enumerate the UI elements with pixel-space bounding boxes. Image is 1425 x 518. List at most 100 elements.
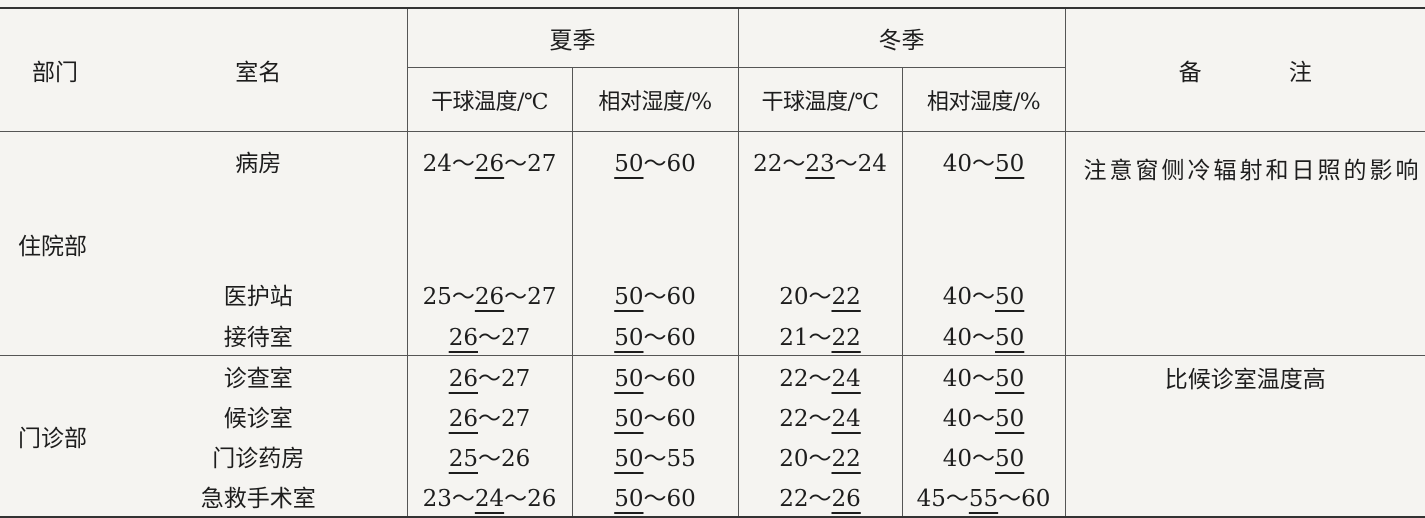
value-part: 40～ bbox=[942, 446, 995, 472]
value-part: ～27 bbox=[504, 284, 557, 310]
value-part: ～26 bbox=[478, 446, 531, 472]
value-cell-s-t: 25～26～27 bbox=[406, 196, 572, 315]
header-winter-rh: 相对湿度/% bbox=[901, 67, 1065, 132]
underlined-value: 26 bbox=[474, 151, 505, 177]
underlined-value: 50 bbox=[614, 325, 644, 351]
value-part: 40～ bbox=[942, 151, 995, 177]
value-cell-w-h: 40～50 bbox=[901, 131, 1065, 196]
underlined-value: 50 bbox=[614, 284, 644, 310]
value-cell-w-t: 22～23～24 bbox=[737, 131, 902, 196]
underlined-value: 26 bbox=[474, 284, 505, 310]
value-part: 25～ bbox=[422, 284, 475, 310]
value-cell-w-h: 40～50 bbox=[901, 396, 1065, 436]
underlined-value: 50 bbox=[614, 151, 644, 177]
value-cell-s-t: 23～24～26 bbox=[406, 476, 572, 518]
underlined-value: 50 bbox=[614, 446, 644, 472]
table-row: 住院部 病房 24～26～27 50～60 22～23～24 40～50 注意窗侧冷辐射和日… bbox=[0, 131, 1425, 356]
value-cell-w-h: 40～50 bbox=[901, 196, 1065, 315]
dept-cell: 住院部 bbox=[0, 131, 110, 356]
value-part: 22～ bbox=[779, 486, 832, 512]
value-part: 22～ bbox=[753, 151, 806, 177]
underlined-value: 26 bbox=[448, 366, 478, 392]
underlined-value: 22 bbox=[831, 446, 861, 472]
room-name: 医护站 bbox=[223, 284, 293, 310]
value-part: ～60 bbox=[643, 325, 696, 351]
value-part: 40～ bbox=[942, 366, 995, 392]
header-room: 室名 bbox=[110, 8, 407, 132]
value-cell-s-t: 25～26 bbox=[406, 436, 572, 476]
value-part: 45～ bbox=[916, 486, 969, 512]
value-part: 23～ bbox=[422, 486, 475, 512]
value-part: 21～ bbox=[779, 325, 832, 351]
value-cell-s-h: 50～60 bbox=[571, 396, 738, 436]
value-part: ～26 bbox=[504, 486, 557, 512]
header-summer-dry-bulb: 干球温度/℃ bbox=[406, 67, 572, 132]
value-part: 22～ bbox=[779, 406, 832, 432]
value-cell-s-h: 50～60 bbox=[571, 476, 738, 518]
value-part: ～55 bbox=[643, 446, 696, 472]
underlined-value: 22 bbox=[831, 325, 861, 351]
value-part: ～60 bbox=[643, 151, 696, 177]
room-name: 门诊药房 bbox=[212, 446, 305, 472]
value-part: ～60 bbox=[643, 284, 696, 310]
header-winter: 冬季 bbox=[737, 8, 1065, 68]
value-cell-w-t: 22～24 bbox=[737, 355, 902, 396]
value-cell-s-t: 26～27 bbox=[406, 315, 572, 356]
value-part: 20～ bbox=[779, 446, 832, 472]
value-part: ～27 bbox=[478, 406, 531, 432]
table-body: 住院部 病房 24～26～27 50～60 22～23～24 40～50 注意窗侧冷辐射和日… bbox=[0, 131, 1425, 518]
room-name: 接待室 bbox=[110, 315, 407, 356]
underlined-value: 26 bbox=[448, 325, 478, 351]
value-cell-s-h: 50～60 bbox=[571, 131, 738, 196]
value-part: ～60 bbox=[643, 406, 696, 432]
room-name: 病房 bbox=[235, 151, 282, 177]
underlined-value: 24 bbox=[831, 406, 861, 432]
value-cell-s-t: 26～27 bbox=[406, 355, 572, 396]
value-cell-s-t: 24～26～27 bbox=[406, 131, 572, 196]
page: 部门 室名 夏季 冬季 备 注 干球温度/℃ 相对湿度/% 干球温度/℃ 相对湿… bbox=[0, 0, 1425, 518]
room-name: 诊查室 bbox=[223, 366, 293, 392]
underlined-value: 24 bbox=[474, 486, 505, 512]
dept-cell: 门诊部 bbox=[0, 355, 110, 518]
value-part: ～24 bbox=[834, 151, 887, 177]
value-cell-s-h: 50～60 bbox=[571, 355, 738, 396]
value-cell-w-t: 22～24 bbox=[737, 396, 902, 436]
room-name: 候诊室 bbox=[223, 406, 293, 432]
value-part: ～27 bbox=[478, 366, 531, 392]
value-cell-w-t: 20～22 bbox=[737, 436, 902, 476]
underlined-value: 55 bbox=[968, 486, 999, 512]
value-part: 24～ bbox=[422, 151, 475, 177]
underlined-value: 50 bbox=[614, 366, 644, 392]
underlined-value: 50 bbox=[995, 446, 1025, 472]
underlined-value: 50 bbox=[995, 151, 1025, 177]
value-part: 22～ bbox=[779, 366, 832, 392]
value-cell-s-h: 50～60 bbox=[571, 196, 738, 315]
header-summer-rh: 相对湿度/% bbox=[571, 67, 738, 132]
underlined-value: 50 bbox=[995, 406, 1025, 432]
value-cell-s-t: 26～27 bbox=[406, 396, 572, 436]
value-part: 40～ bbox=[942, 406, 995, 432]
value-part: 20～ bbox=[779, 284, 832, 310]
value-part: ～27 bbox=[504, 151, 557, 177]
header-summer: 夏季 bbox=[406, 8, 738, 68]
underlined-value: 50 bbox=[995, 325, 1025, 351]
room-name: 急救手术室 bbox=[110, 476, 407, 518]
hospital-design-conditions-table: 部门 室名 夏季 冬季 备 注 干球温度/℃ 相对湿度/% 干球温度/℃ 相对湿… bbox=[0, 7, 1425, 518]
underlined-value: 25 bbox=[448, 446, 478, 472]
value-cell-s-h: 50～55 bbox=[571, 436, 738, 476]
value-cell-s-h: 50～60 bbox=[571, 315, 738, 356]
underlined-value: 50 bbox=[614, 406, 644, 432]
value-cell-w-h: 45～55～60 bbox=[901, 476, 1065, 518]
remark-cell: 注意窗侧冷辐射和日照的影响 bbox=[1064, 131, 1425, 356]
header-dept: 部门 bbox=[0, 8, 110, 132]
underlined-value: 22 bbox=[831, 284, 861, 310]
remark-cell: 比候诊室温度高 bbox=[1064, 355, 1425, 518]
underlined-value: 50 bbox=[995, 284, 1025, 310]
value-cell-w-t: 22～26 bbox=[737, 476, 902, 518]
value-cell-w-h: 40～50 bbox=[901, 355, 1065, 396]
table-row: 门诊部 诊查室 26～27 50～60 22～24 40～50 比候诊室温度高 bbox=[0, 355, 1425, 518]
underlined-value: 26 bbox=[831, 486, 861, 512]
header-remark: 备 注 bbox=[1064, 8, 1425, 132]
value-part: ～60 bbox=[998, 486, 1051, 512]
value-part: ～60 bbox=[643, 366, 696, 392]
